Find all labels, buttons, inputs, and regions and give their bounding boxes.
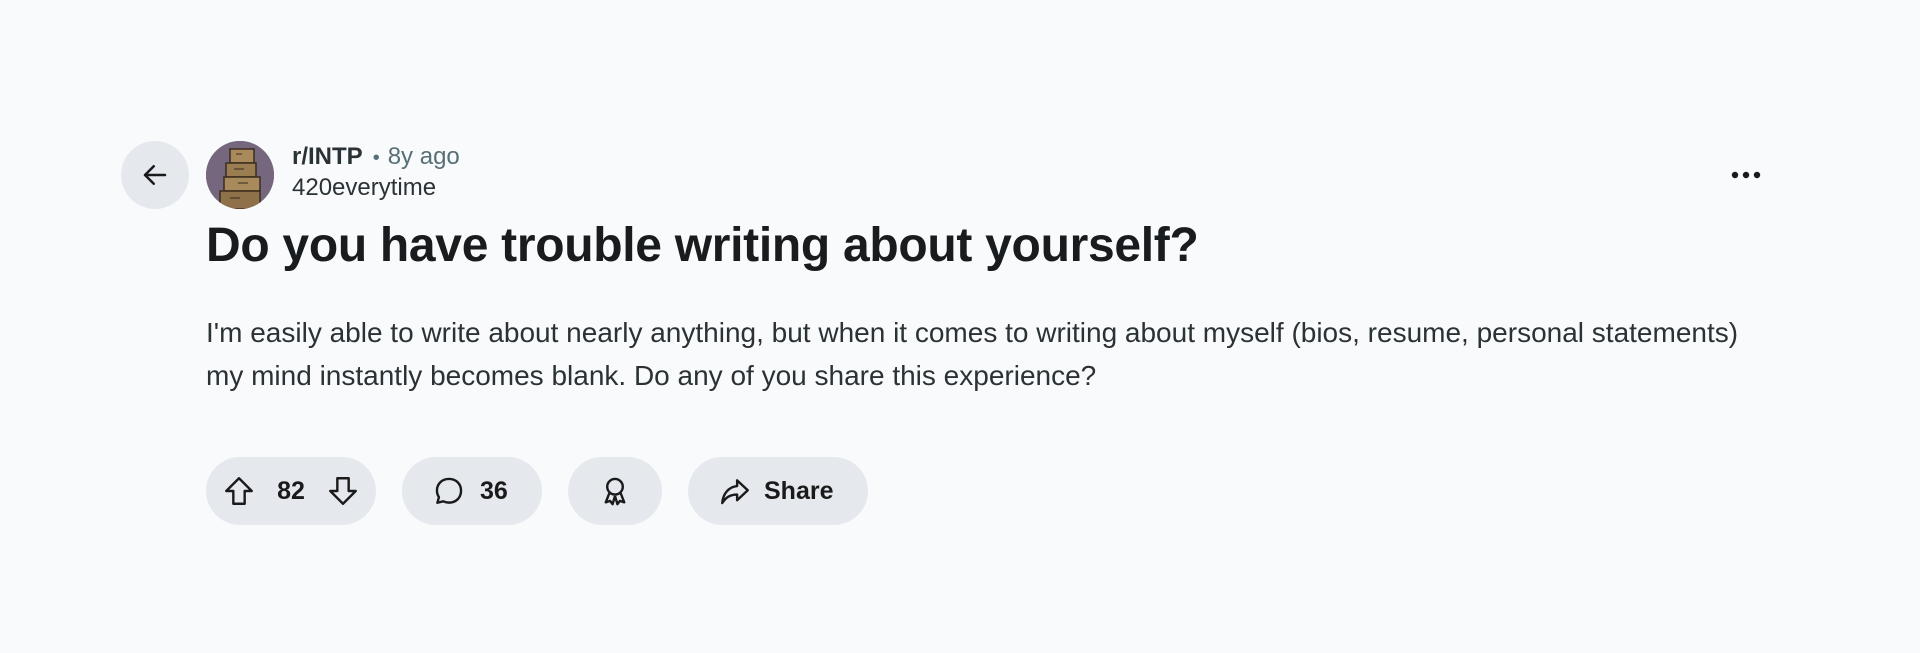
post-title: Do you have trouble writing about yourse…	[206, 219, 1199, 272]
upvote-button[interactable]	[222, 474, 256, 508]
subreddit-link[interactable]: r/INTP	[292, 142, 363, 172]
comment-count: 36	[480, 476, 508, 505]
upvote-arrow-icon	[225, 477, 253, 505]
more-horizontal-icon	[1731, 171, 1761, 179]
meta-separator: •	[372, 147, 380, 169]
post-meta-row: r/INTP • 8y ago	[292, 142, 460, 173]
share-button[interactable]: Share	[688, 457, 868, 525]
vote-control: 82	[206, 457, 376, 525]
comment-bubble-icon	[435, 477, 463, 504]
author-link[interactable]: 420everytime	[292, 173, 460, 203]
more-options-button[interactable]	[1722, 155, 1770, 195]
post-meta: r/INTP • 8y ago 420everytime	[292, 142, 460, 203]
post-container: r/INTP • 8y ago 420everytime Do you have…	[0, 0, 1920, 653]
award-button[interactable]	[568, 457, 662, 525]
vote-count: 82	[277, 476, 305, 505]
arrow-left-icon	[143, 165, 167, 185]
post-body: I'm easily able to write about nearly an…	[206, 317, 1739, 391]
post-actions: 82 36 Share	[206, 457, 868, 525]
downvote-button[interactable]	[326, 474, 360, 508]
back-button[interactable]	[121, 141, 189, 209]
comments-button[interactable]: 36	[402, 457, 542, 525]
box-stack-avatar-icon	[206, 141, 274, 209]
award-icon	[604, 477, 626, 506]
downvote-arrow-icon	[329, 477, 357, 505]
share-arrow-icon	[721, 479, 749, 505]
share-label: Share	[764, 476, 834, 505]
subreddit-avatar[interactable]	[206, 141, 274, 209]
post-timestamp: 8y ago	[387, 143, 460, 170]
